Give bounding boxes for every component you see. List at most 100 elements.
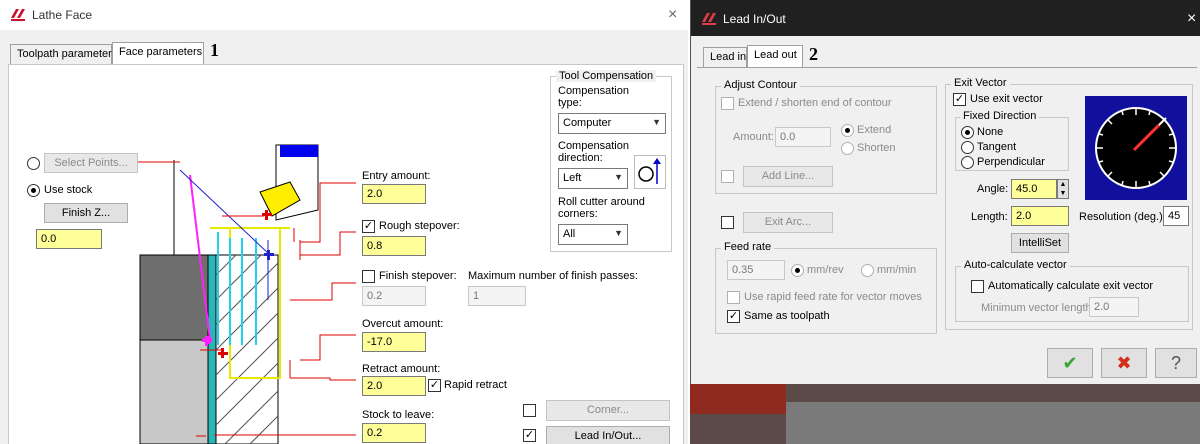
max-finish-passes-field[interactable]: 1	[468, 286, 526, 306]
roll-cutter-label: Roll cutter around corners:	[558, 196, 645, 220]
compensation-direction-icon	[634, 155, 666, 189]
angle-spinner[interactable]: ▲ ▼	[1057, 179, 1069, 199]
fixed-direction-title: Fixed Direction	[960, 110, 1040, 122]
auto-calculate-checkbox[interactable]	[971, 280, 984, 293]
exit-arc-button[interactable]: Exit Arc...	[743, 212, 833, 233]
compensation-type-label: Compensation type:	[558, 85, 629, 109]
use-rapid-feed-checkbox[interactable]	[727, 291, 740, 304]
compensation-direction-select[interactable]: Left ▼	[558, 168, 628, 189]
help-button[interactable]: ?	[1155, 348, 1197, 378]
lead-app-icon	[701, 11, 717, 28]
overcut-amount-label: Overcut amount:	[362, 318, 444, 330]
lead-in-out-button[interactable]: Lead In/Out...	[546, 426, 670, 444]
extend-label: Extend	[857, 124, 892, 136]
stock-to-leave-label: Stock to leave:	[362, 409, 435, 421]
feed-rate-field[interactable]: 0.35	[727, 260, 785, 280]
retract-amount-label: Retract amount:	[362, 363, 441, 375]
shorten-radio[interactable]	[841, 142, 854, 155]
tab-strip-divider	[697, 67, 1197, 68]
corner-checkbox[interactable]	[523, 404, 536, 417]
rapid-retract-label: Rapid retract	[444, 379, 507, 391]
compensation-direction-value: Left	[563, 172, 582, 184]
none-radio[interactable]	[961, 126, 974, 139]
roll-cutter-select[interactable]: All ▼	[558, 224, 628, 245]
entry-amount-field[interactable]: 2.0	[362, 184, 426, 204]
close-icon[interactable]: ×	[1187, 10, 1196, 28]
roll-cutter-value: All	[563, 228, 576, 240]
exit-vector-title: Exit Vector	[951, 77, 1010, 89]
overcut-amount-field[interactable]: -17.0	[362, 332, 426, 352]
use-stock-radio[interactable]	[27, 184, 40, 197]
use-exit-vector-checkbox[interactable]: ✓	[953, 93, 966, 106]
cancel-button[interactable]: ✖	[1101, 348, 1147, 378]
extend-shorten-checkbox[interactable]	[721, 97, 734, 110]
compensation-direction-label: Compensation direction:	[558, 140, 629, 164]
lead-in-out-titlebar[interactable]: Lead In/Out ×	[691, 0, 1200, 36]
mm-min-radio[interactable]	[861, 264, 874, 277]
lead-in-out-title: Lead In/Out	[723, 12, 786, 26]
exit-arc-checkbox[interactable]	[721, 216, 734, 229]
rough-stepover-label: Rough stepover:	[379, 220, 460, 232]
amount-label: Amount:	[733, 131, 774, 143]
finish-stepover-field[interactable]: 0.2	[362, 286, 426, 306]
rough-stepover-checkbox[interactable]: ✓	[362, 220, 375, 233]
retract-amount-field[interactable]: 2.0	[362, 376, 426, 396]
mm-rev-radio[interactable]	[791, 264, 804, 277]
angle-field[interactable]: 45.0	[1011, 179, 1057, 199]
exit-vector-dial[interactable]	[1085, 96, 1187, 200]
amount-field[interactable]: 0.0	[775, 127, 831, 147]
tab-lead-in[interactable]: Lead in	[703, 47, 747, 67]
min-vector-length-field[interactable]: 2.0	[1089, 297, 1139, 317]
feed-rate-title: Feed rate	[721, 241, 775, 253]
adjust-contour-title: Adjust Contour	[721, 79, 800, 91]
desktop-background	[690, 384, 1200, 444]
compensation-type-value: Computer	[563, 117, 612, 129]
background-graphic	[690, 384, 786, 414]
same-as-toolpath-checkbox[interactable]: ✓	[727, 310, 740, 323]
resolution-field[interactable]: 45	[1163, 206, 1189, 226]
length-label: Length:	[971, 211, 1008, 223]
extend-radio[interactable]	[841, 124, 854, 137]
use-stock-label: Use stock	[44, 184, 93, 196]
rapid-retract-checkbox[interactable]: ✓	[428, 379, 441, 392]
rough-stepover-field[interactable]: 0.8	[362, 236, 426, 256]
max-finish-passes-label: Maximum number of finish passes:	[468, 270, 638, 282]
tool-compensation-title: Tool Compensation	[556, 70, 657, 82]
finish-stepover-checkbox[interactable]	[362, 270, 375, 283]
callout-number: 2	[809, 44, 818, 64]
compensation-type-select[interactable]: Computer ▼	[558, 113, 666, 134]
auto-calculate-label: Automatically calculate exit vector	[988, 280, 1154, 292]
finish-stepover-label: Finish stepover:	[379, 270, 457, 282]
mm-min-label: mm/min	[877, 264, 917, 276]
lead-in-out-checkbox[interactable]: ✓	[523, 429, 536, 442]
chevron-down-icon: ▼	[614, 228, 623, 238]
select-points-radio[interactable]	[27, 157, 40, 170]
resolution-label: Resolution (deg.):	[1079, 211, 1166, 223]
finish-z-field[interactable]: 0.0	[36, 229, 102, 249]
extend-shorten-label: Extend / shorten end of contour	[738, 97, 892, 109]
ok-button[interactable]: ✔	[1047, 348, 1093, 378]
stock-to-leave-field[interactable]: 0.2	[362, 423, 426, 443]
tab-lead-out[interactable]: Lead out	[747, 45, 803, 67]
lathe-face-window: Lathe Face × Toolpath parameters Face pa…	[0, 0, 688, 444]
intelliset-button[interactable]: IntelliSet	[1011, 233, 1069, 253]
angle-label: Angle:	[977, 183, 1009, 195]
select-points-button[interactable]: Select Points...	[44, 153, 138, 173]
perpendicular-radio[interactable]	[961, 156, 974, 169]
mm-rev-label: mm/rev	[807, 264, 844, 276]
min-vector-length-label: Minimum vector length:	[981, 302, 1095, 314]
add-line-checkbox[interactable]	[721, 170, 734, 183]
same-as-toolpath-label: Same as toolpath	[744, 310, 830, 322]
corner-button[interactable]: Corner...	[546, 400, 670, 421]
length-field[interactable]: 2.0	[1011, 206, 1069, 226]
none-label: None	[977, 126, 1004, 138]
tangent-radio[interactable]	[961, 141, 974, 154]
use-exit-vector-label: Use exit vector	[970, 93, 1043, 105]
background-viewport	[786, 402, 1200, 444]
shorten-label: Shorten	[857, 142, 896, 154]
tangent-label: Tangent	[977, 141, 1017, 153]
finish-z-button[interactable]: Finish Z...	[44, 203, 128, 223]
use-rapid-feed-label: Use rapid feed rate for vector moves	[744, 291, 922, 303]
add-line-button[interactable]: Add Line...	[743, 166, 833, 187]
entry-amount-label: Entry amount:	[362, 170, 431, 182]
